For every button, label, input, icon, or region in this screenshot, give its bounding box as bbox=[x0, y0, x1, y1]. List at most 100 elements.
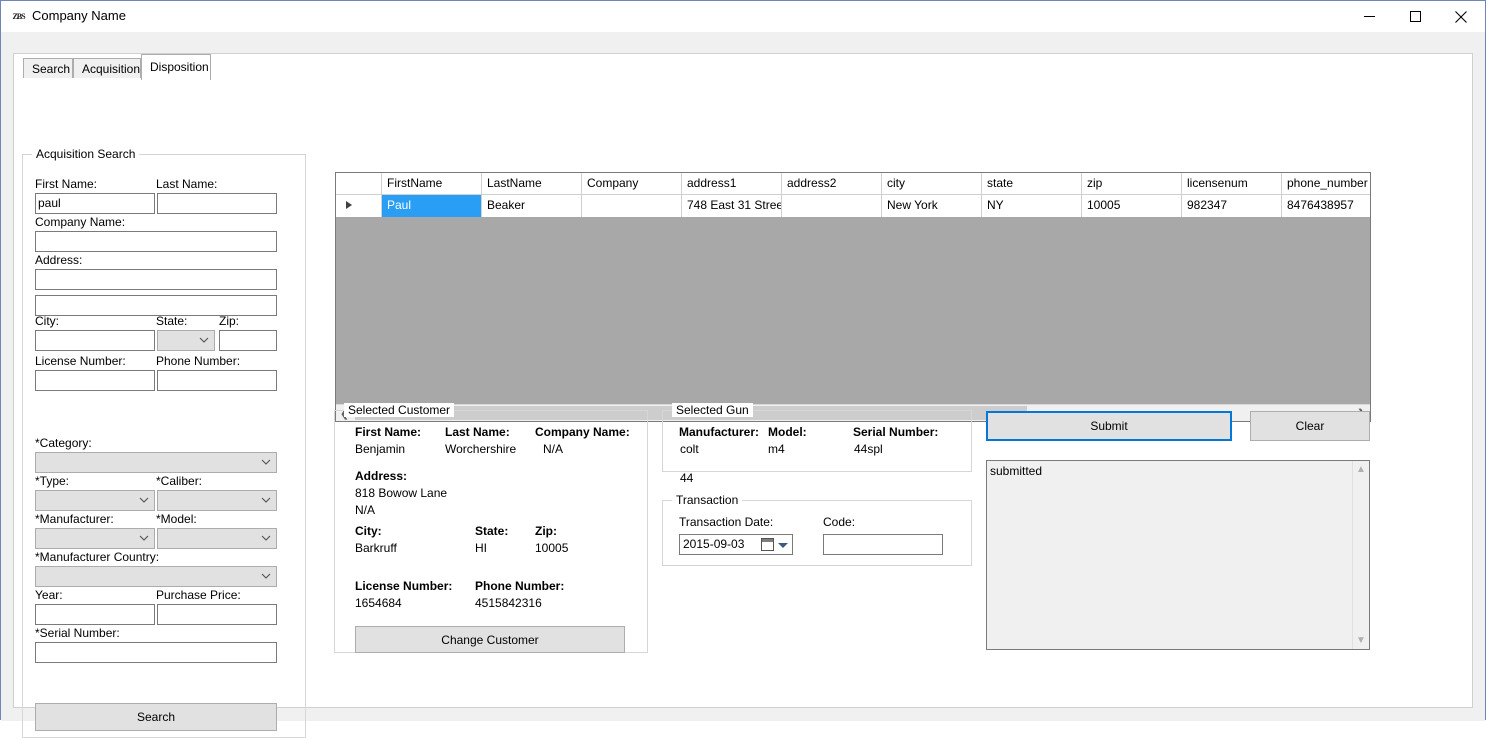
model-select[interactable] bbox=[157, 528, 277, 549]
cell-address1[interactable]: 748 East 31 Street bbox=[682, 195, 782, 217]
gun-manufacturer-value: colt bbox=[680, 442, 699, 456]
selected-gun-legend: Selected Gun bbox=[672, 403, 753, 417]
tab-search[interactable]: Search bbox=[23, 58, 73, 79]
customer-city-value: Barkruff bbox=[355, 541, 397, 555]
selected-gun-group: Selected Gun Manufacturer: Model: Serial… bbox=[662, 403, 972, 485]
category-label: *Category: bbox=[35, 436, 92, 450]
purchase-price-input[interactable] bbox=[157, 604, 277, 625]
first-name-label: First Name: bbox=[35, 177, 98, 191]
scroll-up-icon[interactable]: ▲ bbox=[1353, 461, 1369, 478]
maximize-button[interactable] bbox=[1392, 1, 1438, 32]
grid-column-header-company[interactable]: Company bbox=[582, 173, 682, 194]
cell-company[interactable] bbox=[582, 195, 682, 217]
customer-zip-value: 10005 bbox=[535, 541, 569, 555]
change-customer-button[interactable]: Change Customer bbox=[355, 626, 625, 653]
transaction-date-picker[interactable]: 2015-09-03 bbox=[679, 534, 793, 555]
customer-company-name-label: Company Name: bbox=[535, 425, 630, 439]
customer-zip-label: Zip: bbox=[535, 524, 557, 538]
gun-extra-value: 44 bbox=[680, 471, 694, 485]
last-name-input[interactable] bbox=[157, 193, 277, 214]
license-number-input[interactable] bbox=[35, 370, 155, 391]
chevron-down-icon bbox=[261, 573, 271, 579]
serial-number-input[interactable] bbox=[35, 642, 277, 663]
grid-column-header-phonenumber[interactable]: phone_number bbox=[1282, 173, 1370, 194]
clear-button[interactable]: Clear bbox=[1250, 411, 1370, 441]
customer-last-name-label: Last Name: bbox=[445, 425, 510, 439]
zip-input[interactable] bbox=[219, 330, 277, 351]
customer-state-label: State: bbox=[475, 524, 509, 538]
type-select[interactable] bbox=[35, 490, 155, 511]
phone-number-input[interactable] bbox=[157, 370, 277, 391]
company-name-input[interactable] bbox=[35, 231, 277, 252]
grid-column-header-address2[interactable]: address2 bbox=[782, 173, 882, 194]
cell-address2[interactable] bbox=[782, 195, 882, 217]
transaction-group: Transaction Transaction Date: Code: 2015… bbox=[662, 493, 972, 566]
customer-state-value: HI bbox=[475, 541, 487, 555]
serial-number-label: *Serial Number: bbox=[35, 626, 120, 640]
state-label: State: bbox=[156, 314, 188, 328]
client-area: Search Acquisition Disposition Acquisiti… bbox=[1, 32, 1485, 738]
submit-button[interactable]: Submit bbox=[986, 411, 1232, 441]
phone-number-label: Phone Number: bbox=[156, 354, 241, 368]
tab-underline bbox=[14, 78, 1472, 79]
city-input[interactable] bbox=[35, 330, 155, 351]
maximize-icon bbox=[1409, 11, 1421, 22]
year-input[interactable] bbox=[35, 604, 155, 625]
cell-state[interactable]: NY bbox=[982, 195, 1082, 217]
cell-lastname[interactable]: Beaker bbox=[482, 195, 582, 217]
cell-city[interactable]: New York bbox=[882, 195, 982, 217]
transaction-code-input[interactable] bbox=[823, 534, 943, 555]
tab-acquisition[interactable]: Acquisition bbox=[73, 58, 141, 79]
company-name-label: Company Name: bbox=[35, 215, 126, 229]
transaction-date-value: 2015-09-03 bbox=[683, 537, 745, 551]
chevron-down-icon bbox=[261, 535, 271, 541]
search-button[interactable]: Search bbox=[35, 703, 277, 731]
zip-label: Zip: bbox=[219, 314, 240, 328]
chevron-down-icon bbox=[261, 459, 271, 465]
log-textarea[interactable]: submitted ▲ ▼ bbox=[986, 460, 1370, 650]
content-frame: Search Acquisition Disposition Acquisiti… bbox=[13, 53, 1473, 738]
grid-column-header-lastname[interactable]: LastName bbox=[482, 173, 582, 194]
scroll-down-icon[interactable]: ▼ bbox=[1353, 632, 1369, 649]
application-window: ZBS Company Name Search Acquisition Disp… bbox=[0, 0, 1486, 738]
log-vertical-scrollbar[interactable]: ▲ ▼ bbox=[1352, 461, 1369, 649]
minimize-icon bbox=[1363, 16, 1375, 17]
first-name-input[interactable]: paul bbox=[35, 193, 155, 214]
row-selector[interactable] bbox=[336, 195, 382, 217]
grid-empty-area bbox=[336, 217, 1370, 404]
chevron-down-icon[interactable] bbox=[778, 543, 788, 548]
customer-city-label: City: bbox=[355, 524, 382, 538]
customer-results-grid[interactable]: FirstName LastName Company address1 addr… bbox=[335, 172, 1371, 422]
model-label: *Model: bbox=[156, 512, 197, 526]
window-title: Company Name bbox=[32, 8, 126, 23]
category-select[interactable] bbox=[35, 452, 277, 473]
manufacturer-country-select[interactable] bbox=[35, 566, 277, 587]
address1-input[interactable] bbox=[35, 269, 277, 290]
address2-input[interactable] bbox=[35, 295, 277, 316]
grid-column-header-city[interactable]: city bbox=[882, 173, 982, 194]
chevron-down-icon bbox=[261, 497, 271, 503]
grid-column-header-state[interactable]: state bbox=[982, 173, 1082, 194]
cell-zip[interactable]: 10005 bbox=[1082, 195, 1182, 217]
grid-column-header-licensenum[interactable]: licensenum bbox=[1182, 173, 1282, 194]
cell-phonenumber[interactable]: 8476438957 bbox=[1282, 195, 1370, 217]
state-select[interactable] bbox=[157, 330, 215, 351]
purchase-price-label: Purchase Price: bbox=[156, 588, 241, 602]
cell-firstname[interactable]: Paul bbox=[382, 195, 482, 217]
grid-column-header-zip[interactable]: zip bbox=[1082, 173, 1182, 194]
grid-corner-header bbox=[336, 173, 382, 194]
gun-model-label: Model: bbox=[768, 425, 807, 439]
tab-disposition[interactable]: Disposition bbox=[141, 54, 211, 80]
customer-address-line2: N/A bbox=[355, 503, 376, 517]
caliber-select[interactable] bbox=[157, 490, 277, 511]
cell-licensenum[interactable]: 982347 bbox=[1182, 195, 1282, 217]
selected-customer-legend: Selected Customer bbox=[344, 403, 455, 417]
grid-column-header-address1[interactable]: address1 bbox=[682, 173, 782, 194]
table-row[interactable]: Paul Beaker 748 East 31 Street New York … bbox=[336, 195, 1370, 217]
grid-column-header-firstname[interactable]: FirstName bbox=[382, 173, 482, 194]
acquisition-search-legend: Acquisition Search bbox=[32, 147, 140, 161]
manufacturer-select[interactable] bbox=[35, 528, 155, 549]
minimize-button[interactable] bbox=[1346, 1, 1392, 32]
close-button[interactable] bbox=[1438, 1, 1484, 32]
transaction-legend: Transaction bbox=[672, 493, 743, 507]
